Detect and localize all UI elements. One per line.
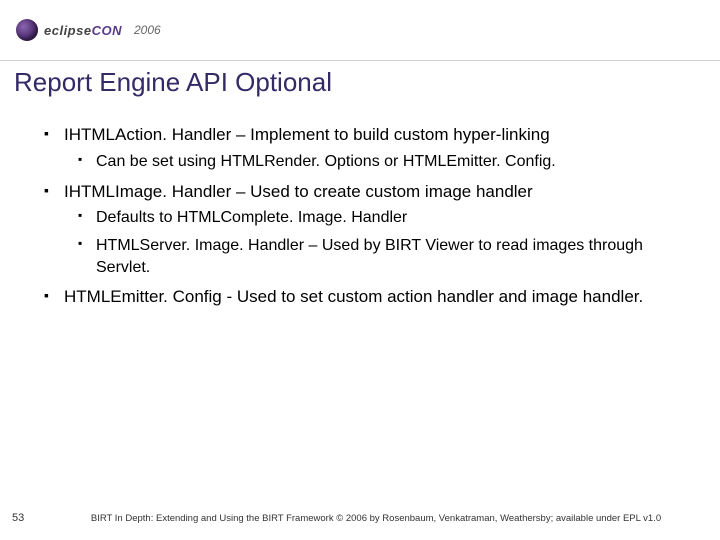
list-item: Can be set using HTMLRender. Options or … [96, 151, 680, 173]
list-item: HTMLEmitter. Config - Used to set custom… [64, 286, 680, 309]
slide-footer: 53 BIRT In Depth: Extending and Using th… [0, 512, 720, 524]
bullet-text: IHTMLAction. Handler – Implement to buil… [64, 125, 550, 144]
bullet-text: Can be set using HTMLRender. Options or … [96, 153, 556, 170]
list-item: Defaults to HTMLComplete. Image. Handler [96, 207, 680, 229]
list-item: HTMLServer. Image. Handler – Used by BIR… [96, 235, 680, 278]
sub-list: Defaults to HTMLComplete. Image. Handler… [64, 207, 680, 278]
page-number: 53 [0, 512, 72, 524]
slide-title: Report Engine API Optional [14, 67, 720, 98]
logo-text: eclipseCON [44, 23, 122, 38]
footer-text: BIRT In Depth: Extending and Using the B… [72, 513, 720, 524]
conference-year: 2006 [134, 23, 161, 37]
bullet-text: IHTMLImage. Handler – Used to create cus… [64, 182, 533, 201]
bullet-text: Defaults to HTMLComplete. Image. Handler [96, 209, 407, 226]
list-item: IHTMLImage. Handler – Used to create cus… [64, 181, 680, 279]
bullet-list: IHTMLAction. Handler – Implement to buil… [0, 124, 720, 309]
header-divider [0, 60, 720, 61]
logo-prefix: eclipse [44, 23, 92, 38]
sub-list: Can be set using HTMLRender. Options or … [64, 151, 680, 173]
logo-suffix: CON [92, 23, 122, 38]
eclipse-icon [16, 19, 38, 41]
bullet-text: HTMLEmitter. Config - Used to set custom… [64, 287, 643, 306]
list-item: IHTMLAction. Handler – Implement to buil… [64, 124, 680, 173]
logo-group: eclipseCON 2006 [16, 19, 161, 41]
bullet-text: HTMLServer. Image. Handler – Used by BIR… [96, 237, 643, 276]
slide-header: eclipseCON 2006 [0, 0, 720, 60]
